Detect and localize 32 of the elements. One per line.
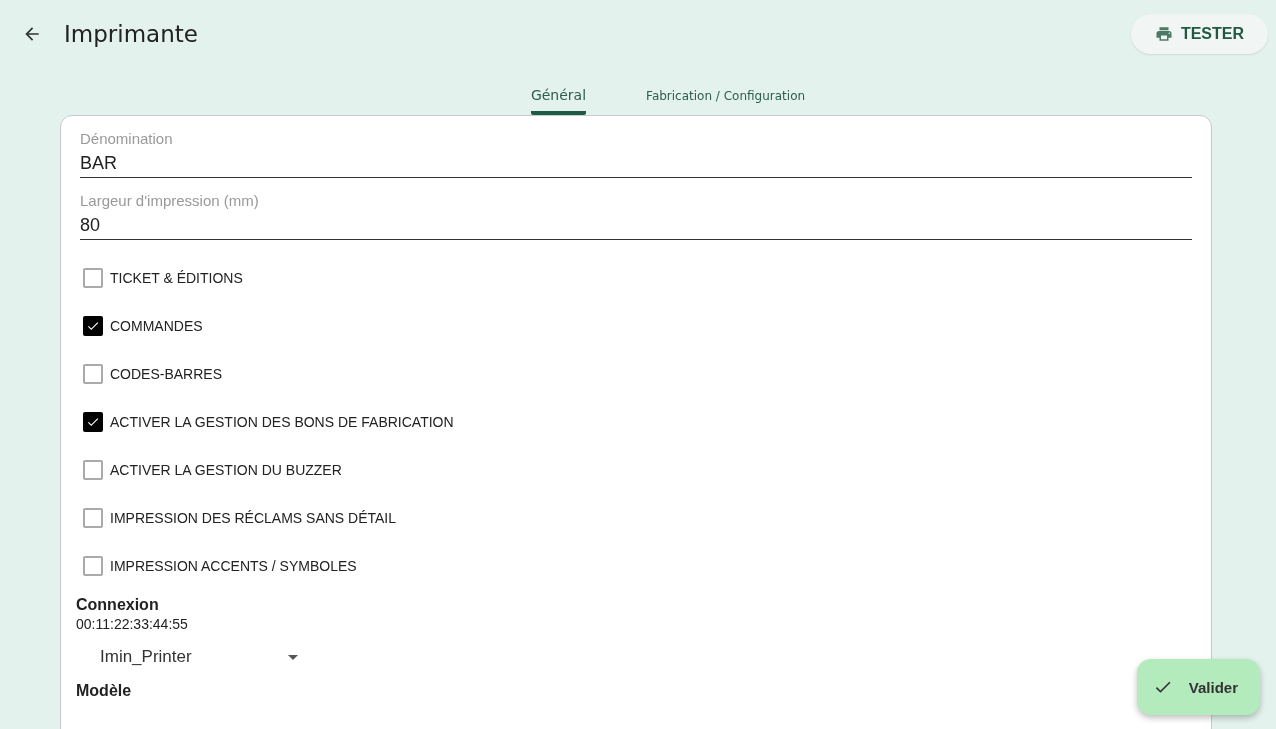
checkbox-label: TICKET & ÉDITIONS: [110, 270, 243, 286]
checkbox-label: COMMANDES: [110, 318, 203, 334]
tab[interactable]: Fabrication / Configuration: [646, 68, 806, 115]
device-dropdown[interactable]: Imin_Printer: [100, 642, 298, 672]
field-value: 80: [80, 214, 102, 237]
field-label: Largeur d'impression (mm): [80, 192, 260, 209]
checkbox-label: ACTIVER LA GESTION DU BUZZER: [110, 462, 342, 478]
text-field[interactable]: Largeur d'impression (mm) 80: [80, 192, 1192, 240]
checkbox-label: IMPRESSION ACCENTS / SYMBOLES: [110, 558, 357, 574]
checkbox[interactable]: [83, 556, 103, 576]
checkbox[interactable]: [83, 316, 103, 336]
dropdown-caret-icon: [288, 654, 298, 660]
printer-icon: [1154, 25, 1173, 43]
checkbox[interactable]: [83, 364, 103, 384]
checkbox-label: IMPRESSION DES RÉCLAMS SANS DÉTAIL: [110, 510, 397, 526]
test-print-button[interactable]: TESTER: [1130, 14, 1268, 54]
device-address: 00:11:22:33:44:55: [76, 616, 188, 632]
section-heading: Connexion: [76, 596, 159, 614]
checkmark-icon: [86, 319, 100, 333]
field-value: BAR: [80, 152, 118, 175]
checkbox-label: CODES-BARRES: [110, 366, 223, 382]
checkbox-label: ACTIVER LA GESTION DES BONS DE FABRICATION: [110, 414, 454, 430]
page-title: Imprimante: [64, 21, 199, 47]
text-field[interactable]: Dénomination BAR: [80, 130, 1192, 178]
checkbox[interactable]: [83, 412, 103, 432]
checkbox[interactable]: [83, 508, 103, 528]
checkmark-icon: [86, 415, 100, 429]
checkbox[interactable]: [83, 268, 103, 288]
field-label: Dénomination: [80, 130, 174, 147]
checkbox[interactable]: [83, 460, 103, 480]
section-heading: Modèle: [76, 682, 132, 700]
validate-button[interactable]: Valider: [1136, 659, 1260, 715]
